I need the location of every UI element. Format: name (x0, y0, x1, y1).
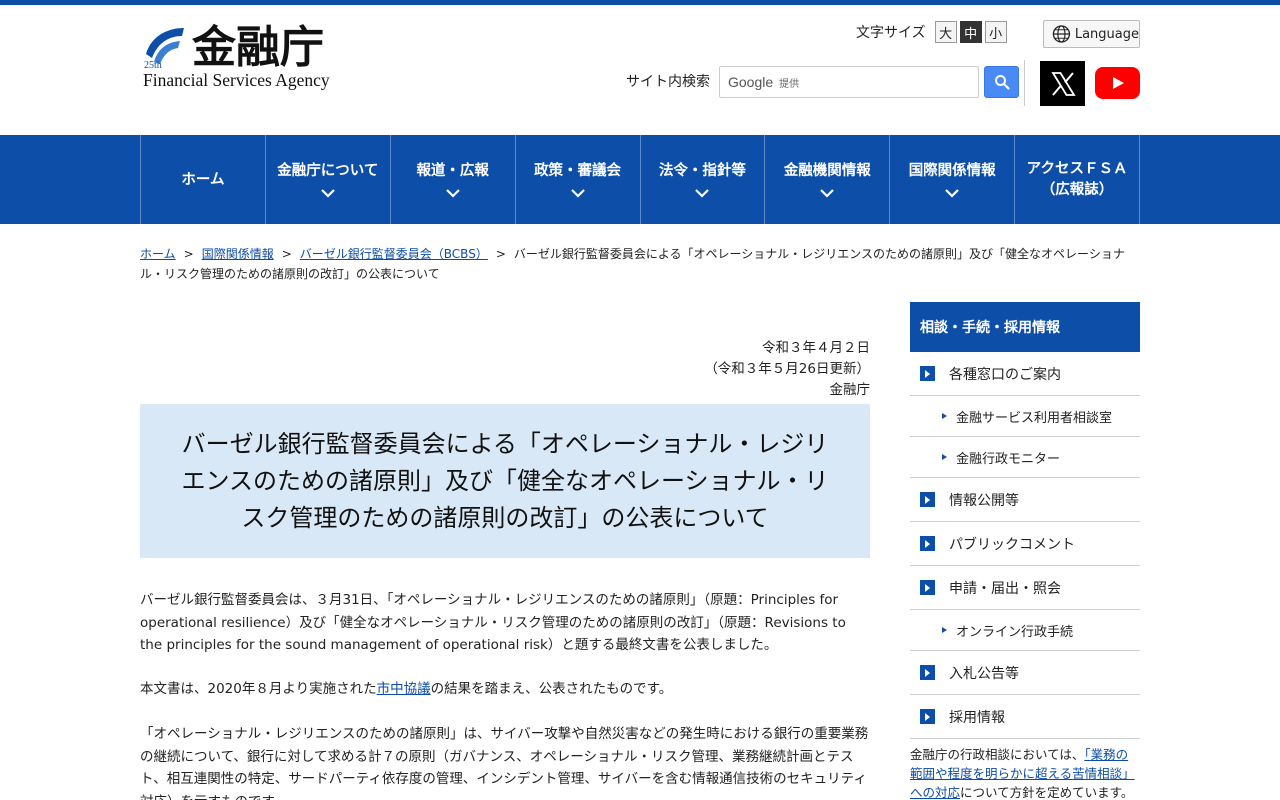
triangle-bullet-icon (942, 413, 947, 419)
font-size-selector: 文字サイズ 大 中 小 (856, 20, 1007, 44)
para2-text-after: の結果を踏まえ、公表されたものです。 (430, 681, 673, 697)
para2-text-before: 本文書は、2020年８月より実施された (140, 681, 377, 697)
nav-international-label: 国際関係情報 (908, 163, 996, 179)
arrow-square-icon (920, 580, 935, 595)
sidebar-item-label: 申請・届出・照会 (949, 580, 1061, 597)
font-size-large-button[interactable]: 大 (934, 21, 957, 43)
page-title: バーゼル銀行監督委員会による「オペレーショナル・レジリエンスのための諸原則」及び… (181, 429, 829, 532)
sidebar-item-label: 情報公開等 (949, 492, 1019, 509)
breadcrumb-intl-link[interactable]: 国際関係情報 (202, 247, 274, 261)
google-provided-text: 提供 (779, 78, 800, 90)
sidebar-item-public-comment[interactable]: パブリックコメント (910, 522, 1140, 566)
sidebar-subitem-online[interactable]: オンライン行政手続 (910, 610, 1140, 651)
nav-policy[interactable]: 政策・審議会 (516, 135, 641, 224)
sidebar-note-after: について方針を定めています。 (960, 785, 1134, 800)
x-logo-icon (1050, 71, 1076, 96)
nav-access-fsa[interactable]: アクセスＦＳＡ （広報誌） (1015, 135, 1140, 224)
page-title-box: バーゼル銀行監督委員会による「オペレーショナル・レジリエンスのための諸原則」及び… (140, 404, 870, 558)
body-paragraph-1: バーゼル銀行監督委員会は、３月31日、「オペレーショナル・レジリエンスのための諸… (140, 592, 846, 653)
logo-kanji-text: 金融庁 (192, 22, 324, 73)
language-label: Language (1074, 26, 1139, 42)
fsa-emblem-icon: 25th (144, 28, 184, 70)
x-twitter-link[interactable] (1040, 61, 1085, 106)
nav-access-fsa-label: アクセスＦＳＡ (1026, 160, 1128, 177)
publication-info: 令和３年４月２日 （令和３年５月26日更新） 金融庁 (600, 338, 870, 401)
nav-laws-label: 法令・指針等 (658, 163, 746, 179)
sidebar-subitem-monitor[interactable]: 金融行政モニター (910, 437, 1140, 478)
sidebar-heading: 相談・手続・採用情報 (910, 302, 1140, 352)
nav-press[interactable]: 報道・広報 (391, 135, 516, 224)
svg-text:25th: 25th (144, 60, 162, 70)
chevron-down-icon (695, 189, 710, 198)
nav-about-label: 金融庁について (277, 163, 379, 179)
triangle-bullet-icon (942, 627, 947, 633)
sidebar-note: 金融庁の行政相談においては、「業務の範囲や程度を明らかに超える苦情相談」への対応… (910, 745, 1140, 800)
publication-date: 令和３年４月２日 (762, 340, 870, 356)
sidebar-item-disclosure[interactable]: 情報公開等 (910, 478, 1140, 522)
nav-policy-label: 政策・審議会 (534, 163, 622, 179)
arrow-square-icon (920, 536, 935, 551)
nav-home-label: ホーム (181, 172, 225, 188)
youtube-play-icon (1112, 77, 1124, 89)
top-accent-bar (0, 0, 1280, 5)
sidebar-subitem-label: 金融行政モニター (956, 451, 1061, 467)
google-brand-text: Google (728, 74, 774, 90)
sidebar-note-before: 金融庁の行政相談においては、 (910, 747, 1085, 762)
sidebar-item-bidding[interactable]: 入札公告等 (910, 651, 1140, 695)
sidebar-item-label: 各種窓口のご案内 (949, 366, 1061, 383)
language-button[interactable]: Language (1043, 20, 1140, 48)
nav-home[interactable]: ホーム (141, 135, 266, 224)
sidebar-subitem-consumer-desk[interactable]: 金融サービス利用者相談室 (910, 396, 1140, 437)
global-navigation: ホーム 金融庁について 報道・広報 政策・審議会 法令・指針等 金融機関情報 国… (0, 135, 1280, 224)
sidebar-item-contact[interactable]: 各種窓口のご案内 (910, 352, 1140, 396)
issuer: 金融庁 (829, 382, 871, 398)
font-size-label: 文字サイズ (856, 25, 926, 41)
chevron-down-icon (820, 189, 835, 198)
arrow-square-icon (920, 492, 935, 507)
chevron-down-icon (321, 189, 335, 198)
sidebar-item-applications[interactable]: 申請・届出・照会 (910, 566, 1140, 610)
sidebar-subitem-label: 金融サービス利用者相談室 (956, 410, 1113, 426)
sidebar-subitem-label: オンライン行政手続 (956, 624, 1074, 640)
chevron-down-icon (445, 189, 460, 198)
globe-icon (1052, 25, 1071, 43)
breadcrumb-home-link[interactable]: ホーム (140, 247, 176, 261)
body-paragraph-3: 「オペレーショナル・レジリエンスのための諸原則」は、サイバー攻撃や自然災害などの… (140, 726, 869, 800)
search-button[interactable] (984, 66, 1019, 98)
nav-about[interactable]: 金融庁について (266, 135, 391, 224)
header-divider (1024, 60, 1025, 106)
search-input[interactable]: Google 提供 (719, 66, 979, 98)
arrow-square-icon (920, 366, 935, 381)
arrow-square-icon (920, 709, 935, 724)
nav-institutions-label: 金融機関情報 (783, 163, 871, 179)
nav-international[interactable]: 国際関係情報 (890, 135, 1016, 224)
site-search-label: サイト内検索 (626, 74, 710, 90)
nav-laws[interactable]: 法令・指針等 (641, 135, 766, 224)
sidebar-item-label: 採用情報 (949, 709, 1005, 726)
breadcrumb: ホーム > 国際関係情報 > バーゼル銀行監督委員会（BCBS） > バーゼル銀行監督委員会… (140, 247, 1125, 281)
font-size-small-button[interactable]: 小 (984, 21, 1007, 43)
sidebar-item-label: 入札公告等 (949, 665, 1019, 682)
chevron-down-icon (570, 189, 585, 198)
nav-access-fsa-sublabel: （広報誌） (1040, 181, 1114, 198)
chevron-down-icon (945, 189, 959, 198)
triangle-bullet-icon (942, 454, 947, 460)
logo-english-text: Financial Services Agency (143, 70, 330, 90)
site-logo[interactable]: 25th 金融庁 Financial Services Agency (140, 20, 340, 92)
nav-institutions[interactable]: 金融機関情報 (765, 135, 891, 224)
search-icon (994, 75, 1010, 90)
font-size-medium-button[interactable]: 中 (959, 21, 982, 43)
sidebar-menu: 各種窓口のご案内 金融サービス利用者相談室 金融行政モニター 情報公開等 パブリ… (910, 352, 1140, 739)
public-consultation-link[interactable]: 市中協議 (377, 681, 431, 697)
breadcrumb-bcbs-link[interactable]: バーゼル銀行監督委員会（BCBS） (300, 247, 488, 261)
sidebar-item-label: パブリックコメント (949, 536, 1075, 553)
update-date: （令和３年５月26日更新） (704, 361, 870, 377)
arrow-square-icon (920, 665, 935, 680)
body-paragraph-2: 本文書は、2020年８月より実施された市中協議の結果を踏まえ、公表されたものです… (140, 678, 870, 701)
nav-press-label: 報道・広報 (416, 163, 489, 179)
youtube-link[interactable] (1095, 67, 1140, 99)
sidebar-item-recruitment[interactable]: 採用情報 (910, 695, 1140, 739)
